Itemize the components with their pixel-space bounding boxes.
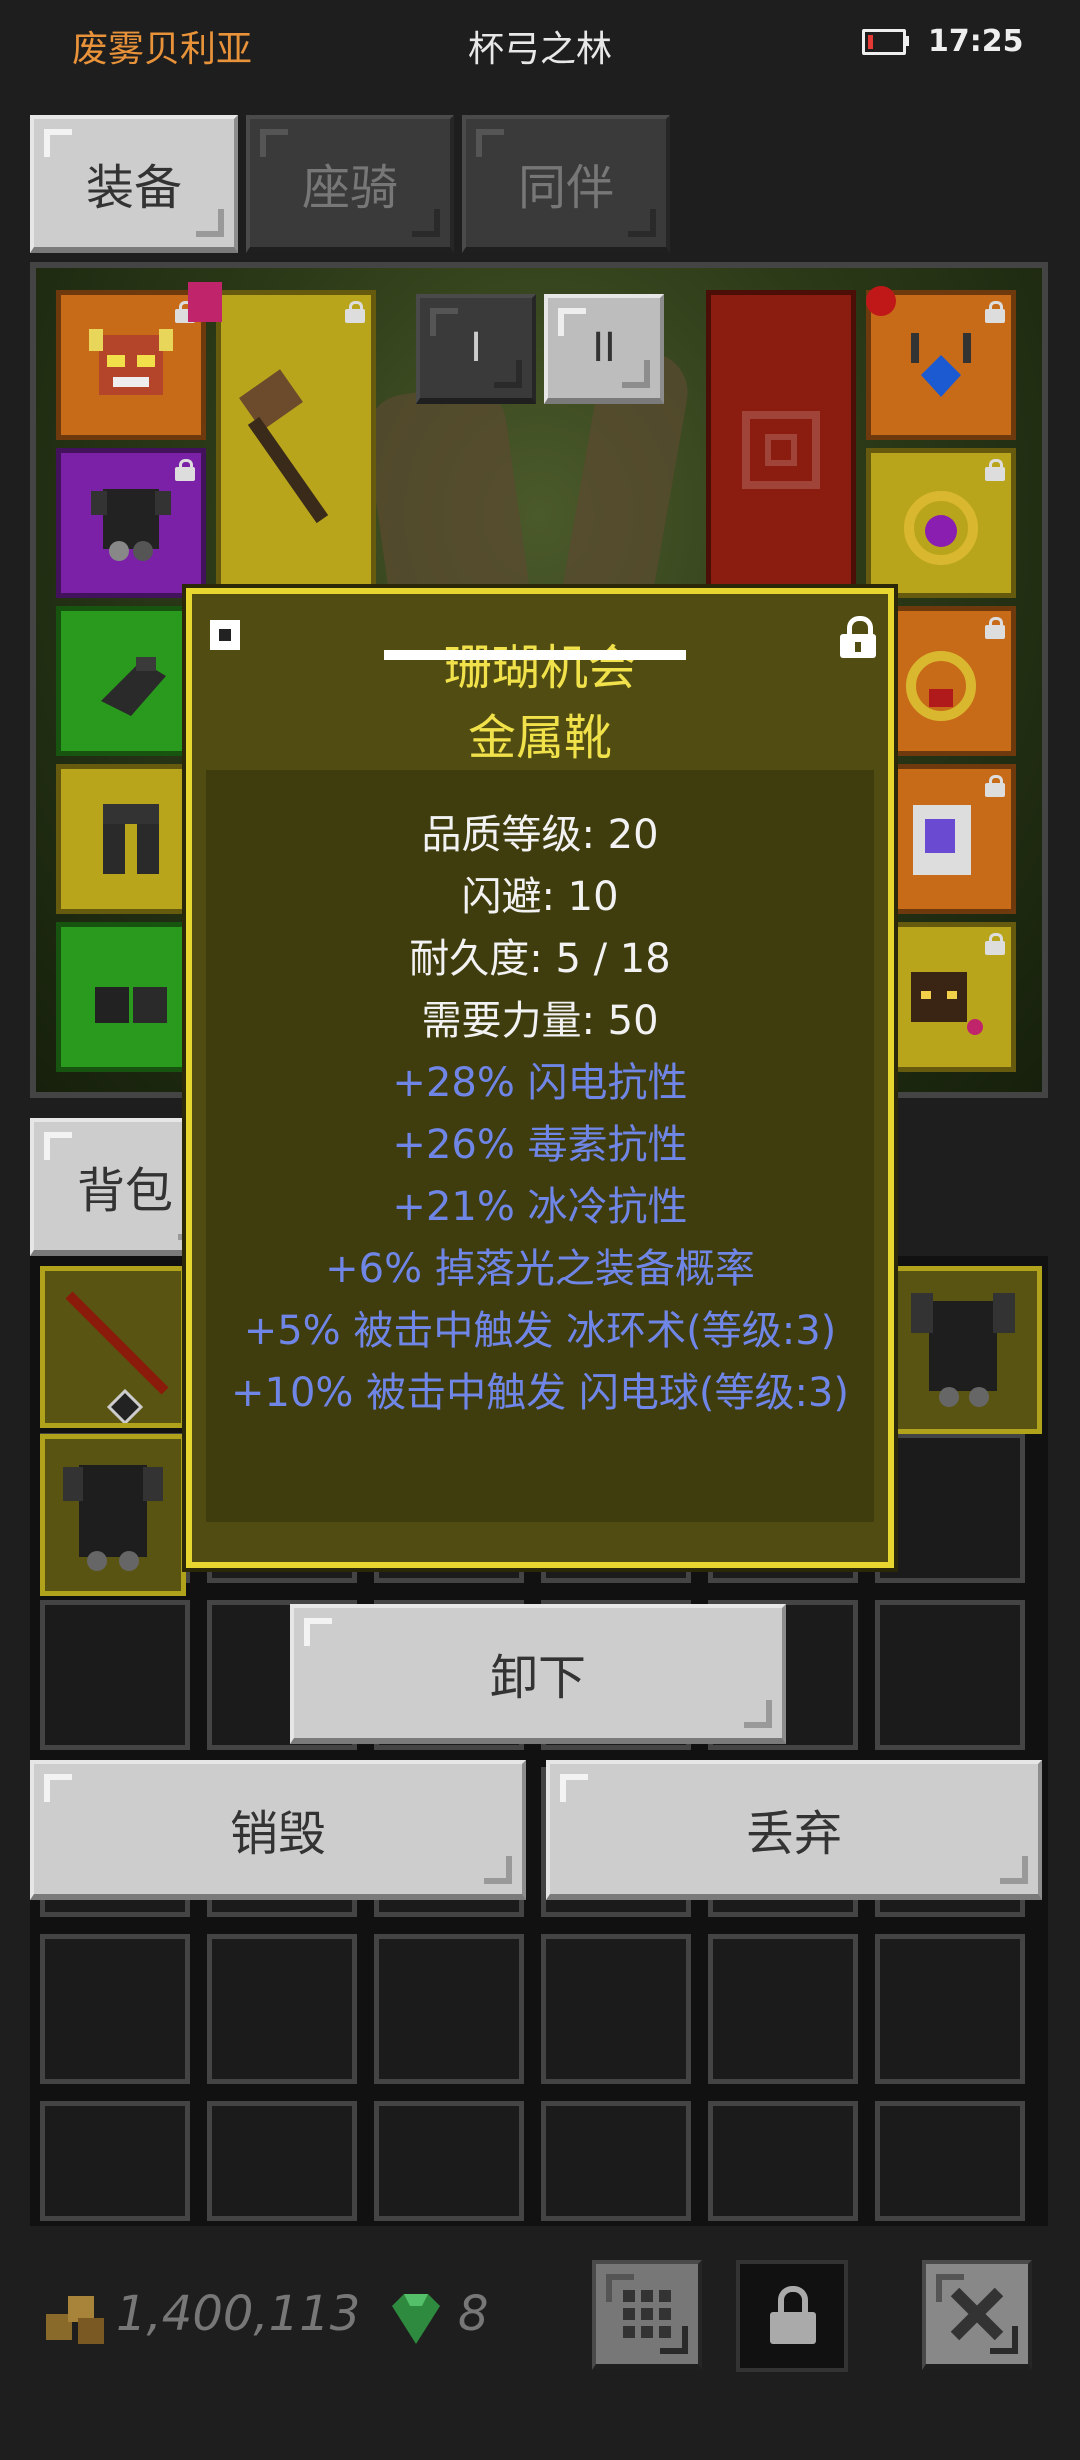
bag-slot[interactable] <box>372 1932 526 2086</box>
bag-slot[interactable] <box>205 1932 359 2086</box>
lock-icon <box>345 301 365 323</box>
hammer-icon <box>239 369 329 524</box>
loadout-two-label: II <box>592 325 616 371</box>
bag-slot[interactable] <box>706 1932 860 2086</box>
bag-slot[interactable] <box>873 1598 1027 1752</box>
battery-tip <box>905 36 909 46</box>
location-label: 废雾贝利亚 <box>72 29 253 70</box>
loadout-two-button[interactable]: II <box>544 294 664 404</box>
tab-companion[interactable]: 同伴 <box>462 115 670 253</box>
gold-amount: 1,400,113 <box>116 2286 361 2342</box>
destroy-button[interactable]: 销毁 <box>30 1760 526 1900</box>
bag-slot[interactable] <box>873 2099 1027 2223</box>
card-icon <box>913 805 971 875</box>
helmet-icon <box>89 329 173 395</box>
red-orb-icon <box>866 286 896 316</box>
lock-icon-shackle <box>778 2286 808 2312</box>
spear-icon <box>65 1291 169 1426</box>
equip-slot-belt[interactable] <box>56 764 206 914</box>
discard-label: 丢弃 <box>745 1806 842 1862</box>
bag-item-spear[interactable] <box>40 1266 186 1428</box>
armor-icon <box>63 1465 163 1571</box>
pants-icon <box>103 804 159 874</box>
item-type: 金属靴 <box>467 710 612 766</box>
tab-label: 背包 <box>76 1163 173 1219</box>
equip-slot-gloves[interactable] <box>56 606 206 756</box>
gold-coins-icon <box>46 2296 104 2344</box>
bag-slot[interactable] <box>706 2099 860 2223</box>
loadout-one-label: I <box>470 325 482 371</box>
loadout-one-button[interactable]: I <box>416 294 536 404</box>
discard-button[interactable]: 丢弃 <box>546 1760 1042 1900</box>
bag-slot[interactable] <box>873 1431 1027 1585</box>
lock-icon <box>770 2312 816 2344</box>
lock-toggle-button[interactable] <box>736 2260 848 2372</box>
gem-icon <box>188 282 222 322</box>
bag-slot[interactable] <box>539 2099 693 2223</box>
equip-slot-weapon[interactable] <box>216 290 376 610</box>
glove-icon <box>101 657 166 716</box>
stat-line: 品质等级: 20 <box>421 812 659 858</box>
armor-icon <box>911 1293 1015 1407</box>
tab-label: 装备 <box>85 160 182 216</box>
gem-amount: 8 <box>458 2286 489 2342</box>
bag-slot[interactable] <box>372 2099 526 2223</box>
equip-slot-ring-one[interactable] <box>866 448 1016 598</box>
mod-line: +10% 被击中触发 闪电球(等级:3) <box>231 1370 849 1416</box>
ring-icon <box>906 651 976 721</box>
equip-slot-helmet[interactable] <box>56 290 206 440</box>
bag-slot[interactable] <box>205 2099 359 2223</box>
close-button[interactable] <box>922 2260 1032 2370</box>
destroy-label: 销毁 <box>229 1806 326 1862</box>
item-tooltip: 珊瑚机会 金属靴 品质等级: 20 闪避: 10 耐久度: 5 / 18 需要力… <box>186 588 894 1568</box>
bag-item-armor-two[interactable] <box>884 1266 1042 1434</box>
mod-line: +6% 掉落光之装备概率 <box>325 1246 755 1292</box>
bag-slot[interactable] <box>38 1598 192 1752</box>
bag-item-armor[interactable] <box>40 1434 186 1596</box>
gem-icon <box>392 2294 440 2344</box>
mod-line: +26% 毒素抗性 <box>392 1122 688 1168</box>
ring-icon <box>904 491 978 565</box>
mod-line: +21% 冰冷抗性 <box>392 1184 688 1230</box>
sort-grid-button[interactable] <box>592 2260 702 2370</box>
equip-slot-offhand[interactable] <box>706 290 856 610</box>
tab-label: 座骑 <box>301 160 398 216</box>
bag-slot[interactable] <box>539 1932 693 2086</box>
stat-line: 需要力量: 50 <box>421 998 659 1044</box>
bag-slot[interactable] <box>38 2099 192 2223</box>
name-strike-bar <box>384 650 686 660</box>
shield-placeholder-icon <box>742 411 820 489</box>
bag-slot[interactable] <box>38 1932 192 2086</box>
battery-icon <box>862 29 906 55</box>
boots-icon <box>95 987 167 1023</box>
tab-equipment[interactable]: 装备 <box>30 115 238 253</box>
pet-icon <box>911 972 983 1035</box>
stat-line: 闪避: 10 <box>461 874 619 920</box>
tab-label: 同伴 <box>517 160 614 216</box>
item-name: 珊瑚机会 <box>443 640 636 696</box>
equip-slot-armor[interactable] <box>56 448 206 598</box>
amulet-icon <box>911 333 971 397</box>
equip-slot-boots[interactable] <box>56 922 206 1072</box>
unequip-label: 卸下 <box>489 1650 586 1706</box>
mod-line: +5% 被击中触发 冰环术(等级:3) <box>243 1308 837 1354</box>
clock: 17:25 <box>928 24 1024 59</box>
bag-slot[interactable] <box>873 1932 1027 2086</box>
unequip-button[interactable]: 卸下 <box>290 1604 786 1744</box>
stat-line: 耐久度: 5 / 18 <box>409 936 671 982</box>
armor-icon <box>91 489 171 561</box>
mod-line: +28% 闪电抗性 <box>392 1060 688 1106</box>
tab-mount[interactable]: 座骑 <box>246 115 454 253</box>
